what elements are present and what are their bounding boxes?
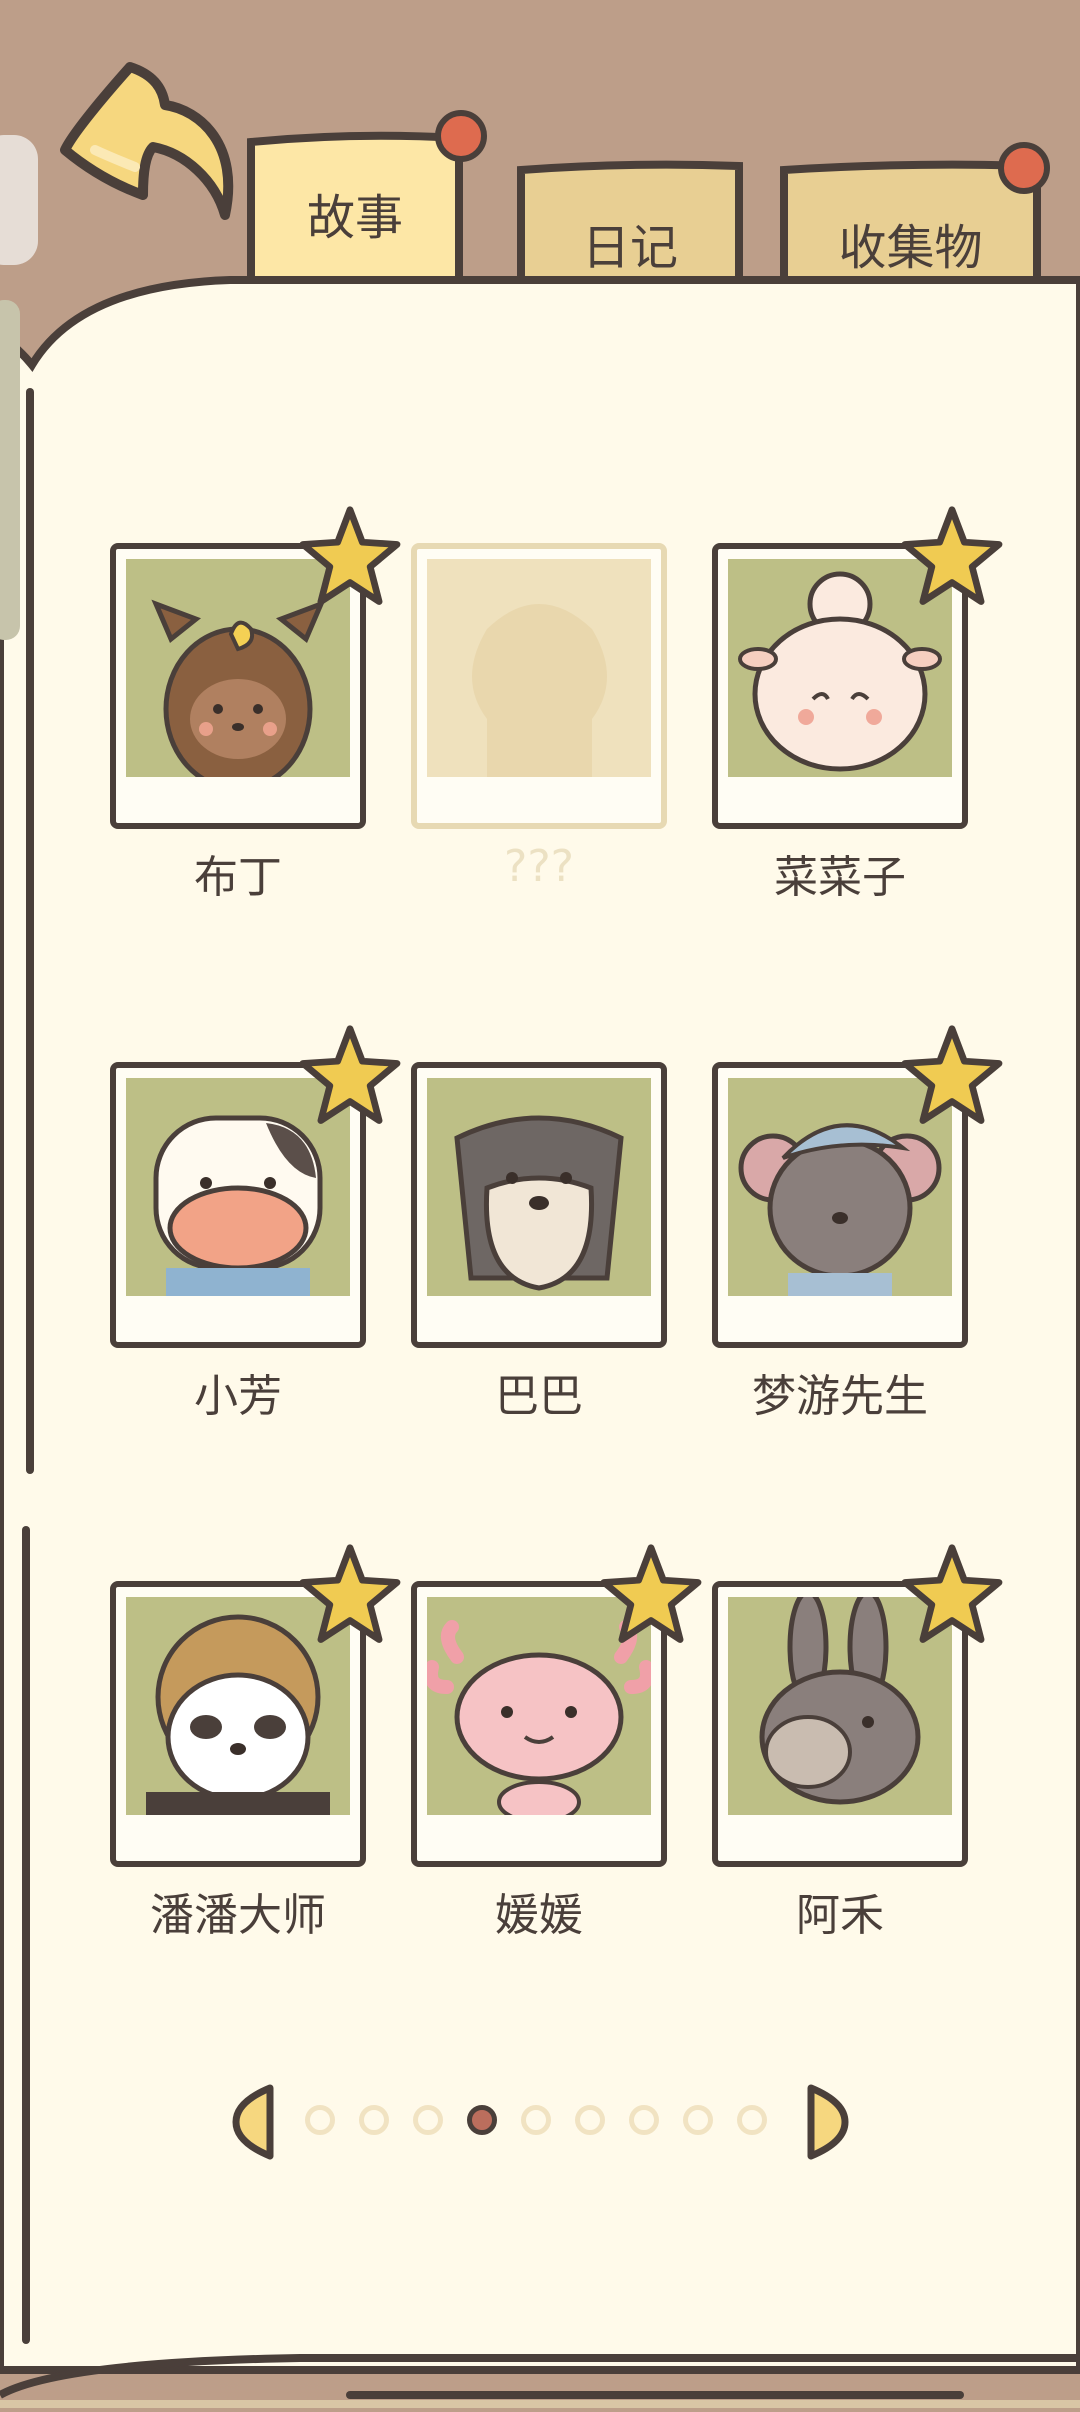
next-page-icon[interactable] (803, 2082, 853, 2162)
page-dot[interactable] (737, 2105, 767, 2135)
back-arrow-icon[interactable] (55, 55, 245, 235)
character-card[interactable]: 媛媛 (411, 1544, 702, 1941)
page-dot[interactable] (305, 2105, 335, 2135)
character-name: 梦游先生 (752, 1371, 928, 1422)
page-dot-active[interactable] (467, 2105, 497, 2135)
tab-story-label: 故事 (306, 190, 403, 246)
character-name: 小芳 (194, 1371, 282, 1422)
tab-diary-label: 日记 (581, 220, 678, 276)
star-icon (299, 1025, 401, 1124)
star-icon (901, 1025, 1003, 1124)
previous-page-icon[interactable] (228, 2082, 278, 2162)
tab-collection-notification-badge (998, 142, 1050, 194)
page-dot[interactable] (359, 2105, 389, 2135)
page-dot[interactable] (575, 2105, 605, 2135)
side-panel-edge (0, 300, 20, 640)
star-icon (299, 1544, 401, 1643)
game-screen: 故事 日记 收集物 布丁 ??? 菜菜子 小芳 巴巴 梦游先生 潘潘大师 媛媛 … (0, 0, 1080, 2412)
character-name: 巴巴 (495, 1371, 583, 1422)
tab-collection[interactable]: 收集物 (778, 142, 1050, 280)
character-card-locked[interactable]: ??? (411, 543, 667, 892)
page-dot[interactable] (521, 2105, 551, 2135)
character-name: 阿禾 (796, 1890, 884, 1941)
character-card[interactable]: 梦游先生 (712, 1025, 1003, 1422)
page-dot[interactable] (629, 2105, 659, 2135)
tab-story-notification-badge (435, 110, 487, 162)
tab-story[interactable]: 故事 (245, 110, 487, 280)
page-dot[interactable] (683, 2105, 713, 2135)
star-icon (901, 506, 1003, 605)
character-card[interactable]: 布丁 (110, 506, 401, 903)
character-name: 菜菜子 (774, 852, 906, 903)
schnauzer-portrait-icon (427, 1078, 651, 1296)
character-name: 布丁 (194, 852, 282, 903)
character-card[interactable]: 菜菜子 (712, 506, 1003, 903)
silhouette-portrait-icon (427, 559, 651, 777)
tab-diary[interactable]: 日记 (515, 160, 745, 280)
page-dot[interactable] (413, 2105, 443, 2135)
character-name: 潘潘大师 (150, 1890, 326, 1941)
side-panel-handle[interactable] (0, 135, 38, 265)
character-card[interactable]: 阿禾 (712, 1544, 1003, 1941)
character-card[interactable]: 潘潘大师 (110, 1544, 401, 1941)
character-card[interactable]: 小芳 (110, 1025, 401, 1422)
star-icon (299, 506, 401, 605)
character-name: 媛媛 (495, 1890, 583, 1941)
character-card[interactable]: 巴巴 (411, 1062, 667, 1422)
star-icon (600, 1544, 702, 1643)
star-icon (901, 1544, 1003, 1643)
tab-collection-label: 收集物 (838, 220, 983, 276)
character-name: ??? (503, 841, 575, 892)
